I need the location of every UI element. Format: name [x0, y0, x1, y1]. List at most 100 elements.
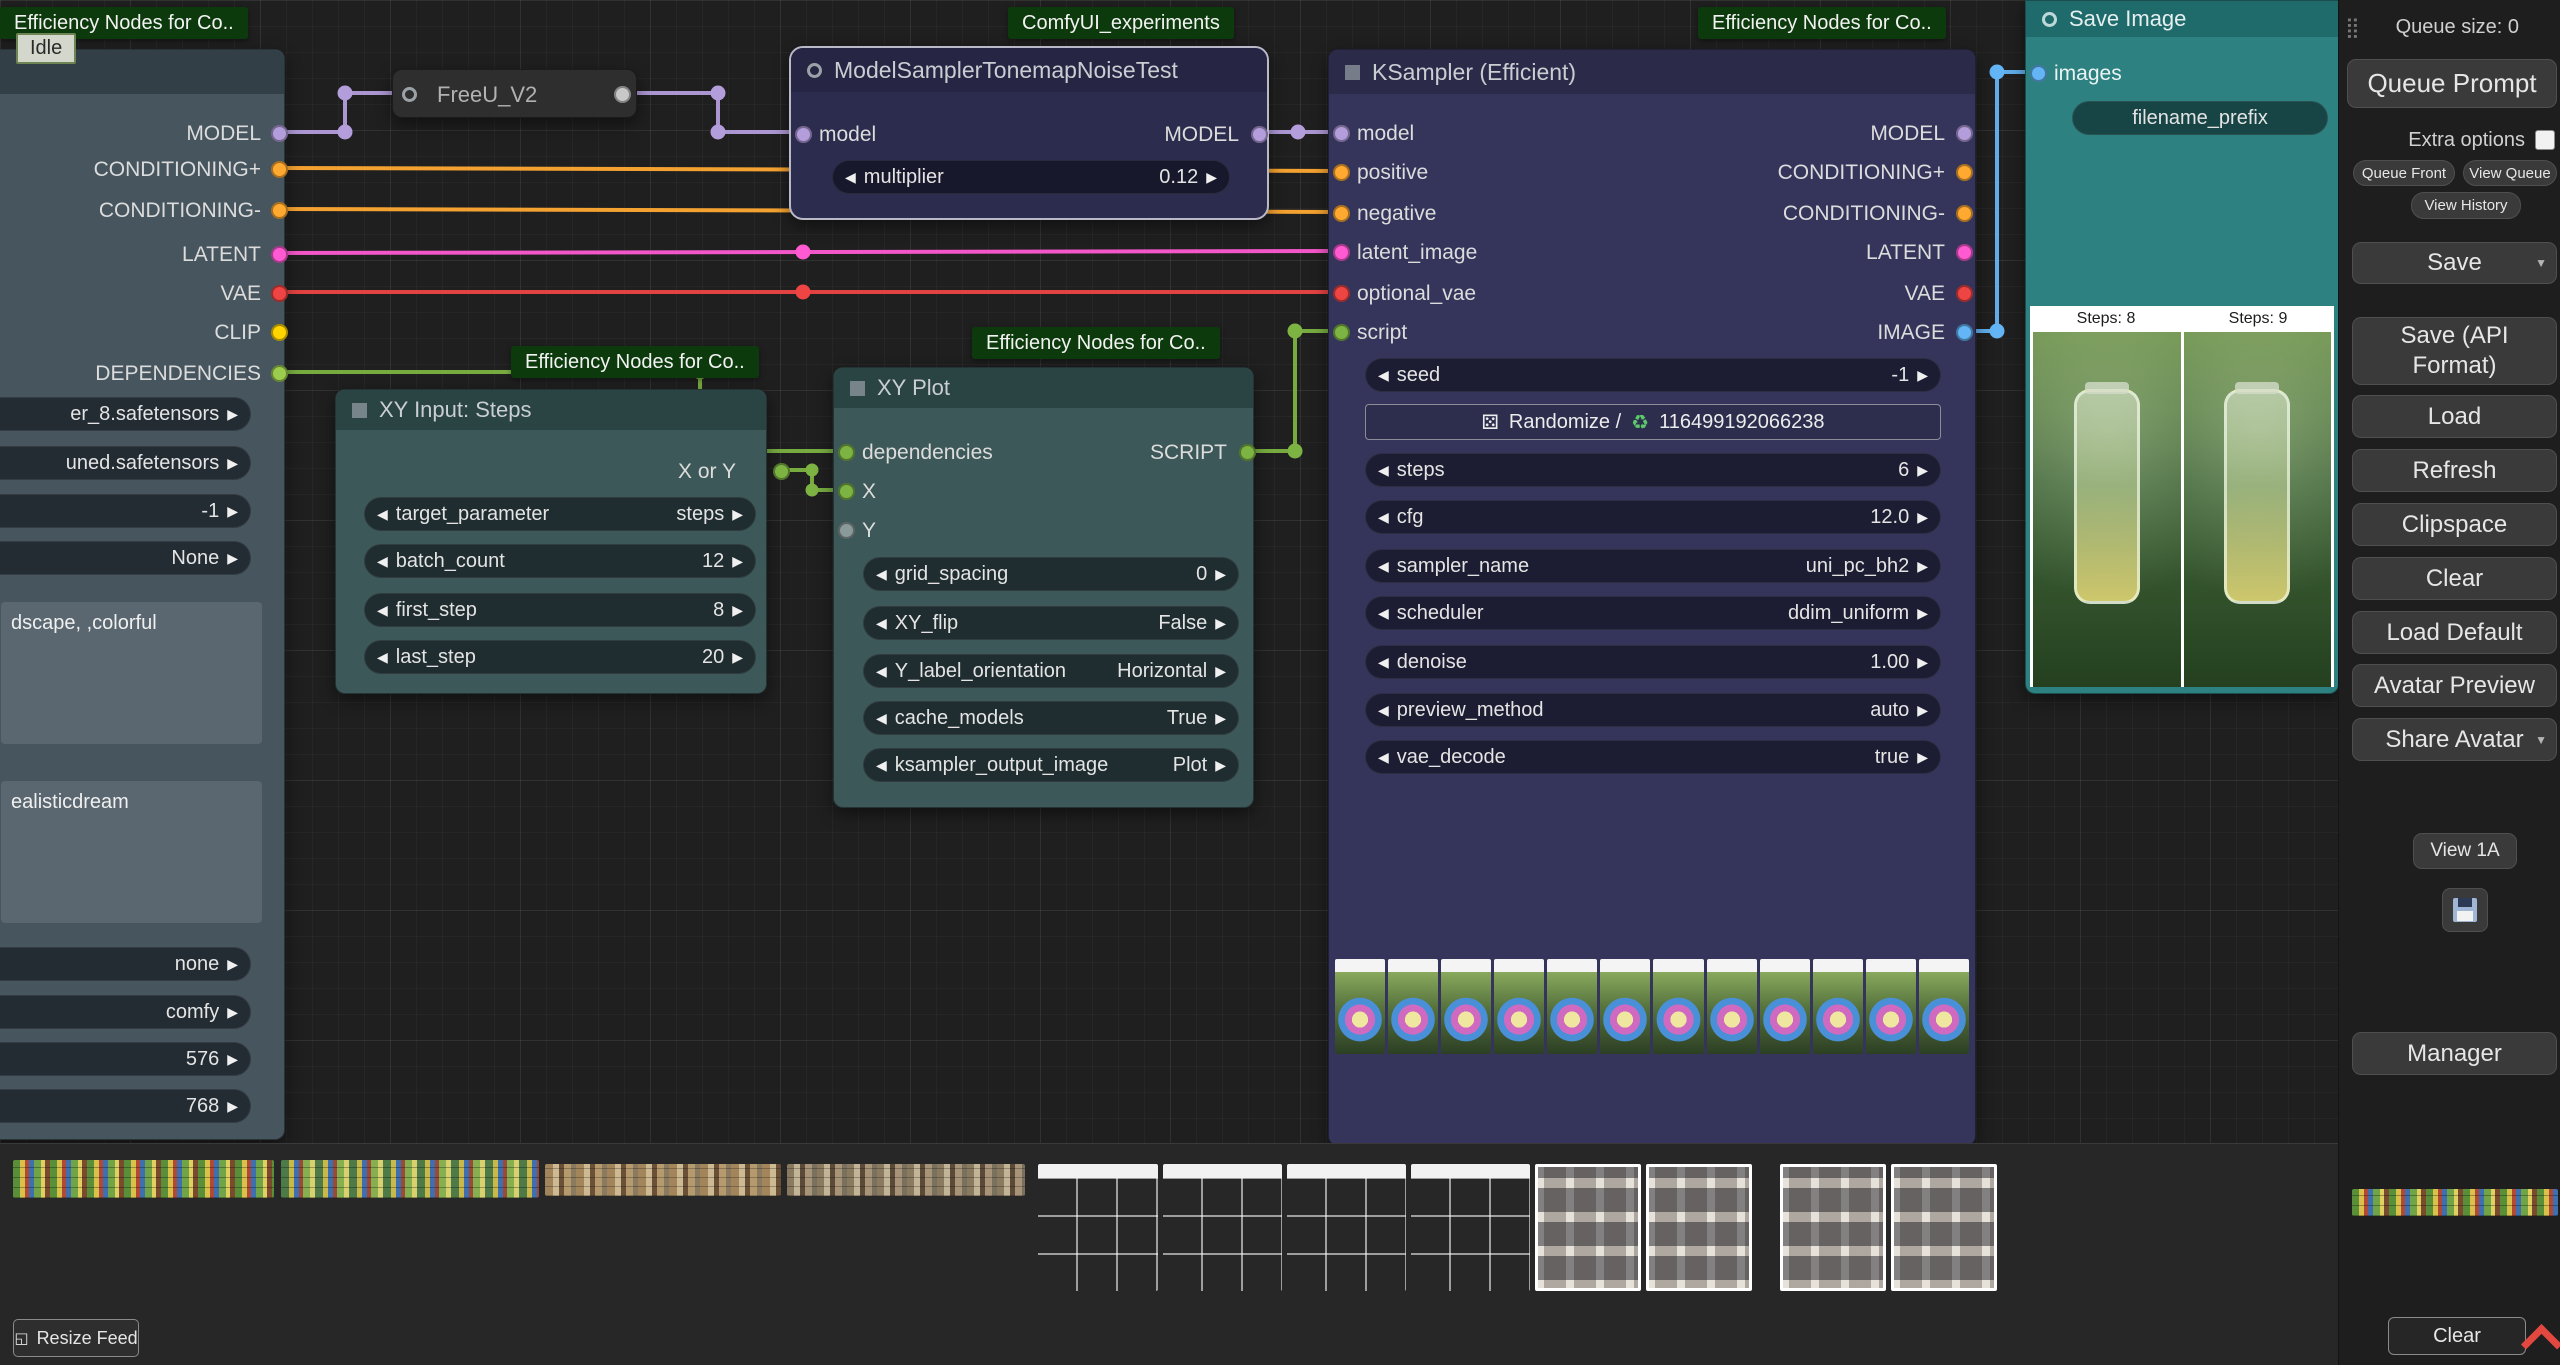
target-parameter-widget[interactable]: ◀ target_parameter steps ▶ [364, 497, 756, 531]
manager-button[interactable]: Manager [2352, 1032, 2557, 1075]
input-slot-optional-vae[interactable] [1333, 285, 1350, 302]
scheduler-widget[interactable]: ◀ scheduler ddim_uniform ▶ [1365, 596, 1941, 630]
increment-arrow-icon[interactable]: ▶ [1917, 749, 1928, 766]
decrement-arrow-icon[interactable]: ◀ [377, 602, 388, 619]
feed-thumbnail[interactable] [1535, 1164, 1641, 1291]
denoise-widget[interactable]: ◀ denoise 1.00 ▶ [1365, 645, 1941, 679]
width-widget[interactable]: 576 ▶ [0, 1042, 251, 1076]
ksampler-preview-strip[interactable] [1335, 959, 1969, 1054]
token-normalization-widget[interactable]: none ▶ [0, 947, 251, 981]
decrement-arrow-icon[interactable]: ◀ [1378, 367, 1389, 384]
avatar-preview-button[interactable]: Avatar Preview [2352, 664, 2557, 707]
save-button[interactable]: Save ▼ [2352, 242, 2557, 284]
collapse-toggle-icon[interactable] [2042, 12, 2057, 27]
increment-arrow-icon[interactable]: ▶ [1917, 509, 1928, 526]
output-slot-dependencies[interactable] [271, 365, 288, 382]
decrement-arrow-icon[interactable]: ◀ [845, 169, 856, 186]
collapse-toggle-icon[interactable] [807, 63, 822, 78]
chevron-down-icon[interactable]: ▼ [2535, 733, 2547, 747]
decrement-arrow-icon[interactable]: ◀ [1378, 654, 1389, 671]
batch-count-widget[interactable]: ◀ batch_count 12 ▶ [364, 544, 756, 578]
increment-arrow-icon[interactable]: ▶ [1917, 558, 1928, 575]
negative-prompt-textarea[interactable]: ealisticdream [1, 781, 262, 923]
output-slot-image[interactable] [1956, 324, 1973, 341]
decrement-arrow-icon[interactable]: ◀ [1378, 702, 1389, 719]
preview-image[interactable] [1707, 959, 1757, 1054]
output-slot-latent[interactable] [1956, 244, 1973, 261]
input-slot-script[interactable] [1333, 324, 1350, 341]
input-slot-positive[interactable] [1333, 164, 1350, 181]
preview-image[interactable] [1813, 959, 1863, 1054]
increment-arrow-icon[interactable]: ▶ [732, 649, 743, 666]
preview-image[interactable] [1441, 959, 1491, 1054]
increment-arrow-icon[interactable]: ▶ [227, 503, 238, 520]
increment-arrow-icon[interactable]: ▶ [732, 506, 743, 523]
feed-thumbnail[interactable] [1780, 1164, 1886, 1291]
decrement-arrow-icon[interactable]: ◀ [377, 649, 388, 666]
preview-image[interactable] [1653, 959, 1703, 1054]
clip-skip-widget[interactable]: -1 ▶ [0, 494, 251, 528]
preview-image[interactable] [1866, 959, 1916, 1054]
decrement-arrow-icon[interactable]: ◀ [876, 710, 887, 727]
feed-thumbnail[interactable] [1038, 1164, 1158, 1291]
seed-control-button[interactable]: ⚄ Randomize / ♻ 116499192066238 [1365, 404, 1941, 440]
cfg-widget[interactable]: ◀ cfg 12.0 ▶ [1365, 500, 1941, 534]
height-widget[interactable]: 768 ▶ [0, 1089, 251, 1123]
extra-options-checkbox[interactable] [2535, 130, 2555, 150]
feed-thumbnail[interactable] [1411, 1164, 1530, 1291]
increment-arrow-icon[interactable]: ▶ [732, 553, 743, 570]
input-slot-latent-image[interactable] [1333, 244, 1350, 261]
input-slot-y[interactable] [838, 522, 855, 539]
preview-image[interactable] [1600, 959, 1650, 1054]
input-slot-model[interactable] [795, 126, 812, 143]
chevron-up-icon[interactable] [2521, 1324, 2560, 1365]
positive-prompt-textarea[interactable]: dscape, ,colorful [1, 602, 262, 744]
output-slot-latent[interactable] [271, 246, 288, 263]
increment-arrow-icon[interactable]: ▶ [1917, 654, 1928, 671]
collapse-toggle-icon[interactable] [402, 87, 417, 102]
ckpt-name-widget[interactable]: er_8.safetensors ▶ [0, 397, 251, 431]
seed-widget[interactable]: ◀ seed -1 ▶ [1365, 358, 1941, 392]
input-slot-model[interactable] [1333, 125, 1350, 142]
ksampler-output-image-widget[interactable]: ◀ ksampler_output_image Plot ▶ [863, 748, 1239, 782]
refresh-button[interactable]: Refresh [2352, 449, 2557, 492]
decrement-arrow-icon[interactable]: ◀ [876, 663, 887, 680]
clipspace-button[interactable]: Clipspace [2352, 503, 2557, 546]
decrement-arrow-icon[interactable]: ◀ [876, 757, 887, 774]
collapse-toggle-icon[interactable] [352, 403, 367, 418]
input-slot-x[interactable] [838, 483, 855, 500]
node-titlebar[interactable]: KSampler (Efficient) [1329, 50, 1975, 94]
feed-thumbnail[interactable] [545, 1164, 781, 1196]
decrement-arrow-icon[interactable]: ◀ [876, 615, 887, 632]
view-history-button[interactable]: View History [2411, 192, 2521, 219]
output-slot-conditioning-plus[interactable] [271, 161, 288, 178]
freeu-node[interactable]: FreeU_V2 [392, 69, 637, 118]
filename-prefix-widget[interactable]: filename_prefix [2072, 101, 2328, 135]
feed-thumbnail[interactable] [281, 1160, 539, 1198]
output-slot-conditioning-minus[interactable] [1956, 205, 1973, 222]
feed-thumbnail[interactable] [2352, 1189, 2558, 1216]
preview-image[interactable] [1335, 959, 1385, 1054]
feed-thumbnail[interactable] [13, 1160, 274, 1198]
decrement-arrow-icon[interactable]: ◀ [1378, 509, 1389, 526]
resize-feed-button[interactable]: ◱ Resize Feed [13, 1319, 139, 1357]
decrement-arrow-icon[interactable]: ◀ [377, 553, 388, 570]
queue-front-button[interactable]: Queue Front [2353, 160, 2455, 186]
steps-widget[interactable]: ◀ steps 6 ▶ [1365, 453, 1941, 487]
efficient-loader-node[interactable]: MODEL CONDITIONING+ CONDITIONING- LATENT… [0, 49, 285, 1140]
decrement-arrow-icon[interactable]: ◀ [1378, 605, 1389, 622]
input-slot-negative[interactable] [1333, 205, 1350, 222]
first-step-widget[interactable]: ◀ first_step 8 ▶ [364, 593, 756, 627]
increment-arrow-icon[interactable]: ▶ [1206, 169, 1217, 186]
multiplier-widget[interactable]: ◀ multiplier 0.12 ▶ [832, 160, 1230, 194]
output-slot-conditioning-minus[interactable] [271, 202, 288, 219]
increment-arrow-icon[interactable]: ▶ [227, 1004, 238, 1021]
feed-thumbnail[interactable] [1287, 1164, 1406, 1291]
collapse-toggle-icon[interactable] [850, 381, 865, 396]
grid-spacing-widget[interactable]: ◀ grid_spacing 0 ▶ [863, 557, 1239, 591]
preview-method-widget[interactable]: ◀ preview_method auto ▶ [1365, 693, 1941, 727]
increment-arrow-icon[interactable]: ▶ [1917, 702, 1928, 719]
ksampler-node[interactable]: KSampler (Efficient) model positive nega… [1328, 49, 1976, 1146]
vae-name-widget[interactable]: uned.safetensors ▶ [0, 446, 251, 480]
output-slot-xy[interactable] [773, 463, 790, 480]
